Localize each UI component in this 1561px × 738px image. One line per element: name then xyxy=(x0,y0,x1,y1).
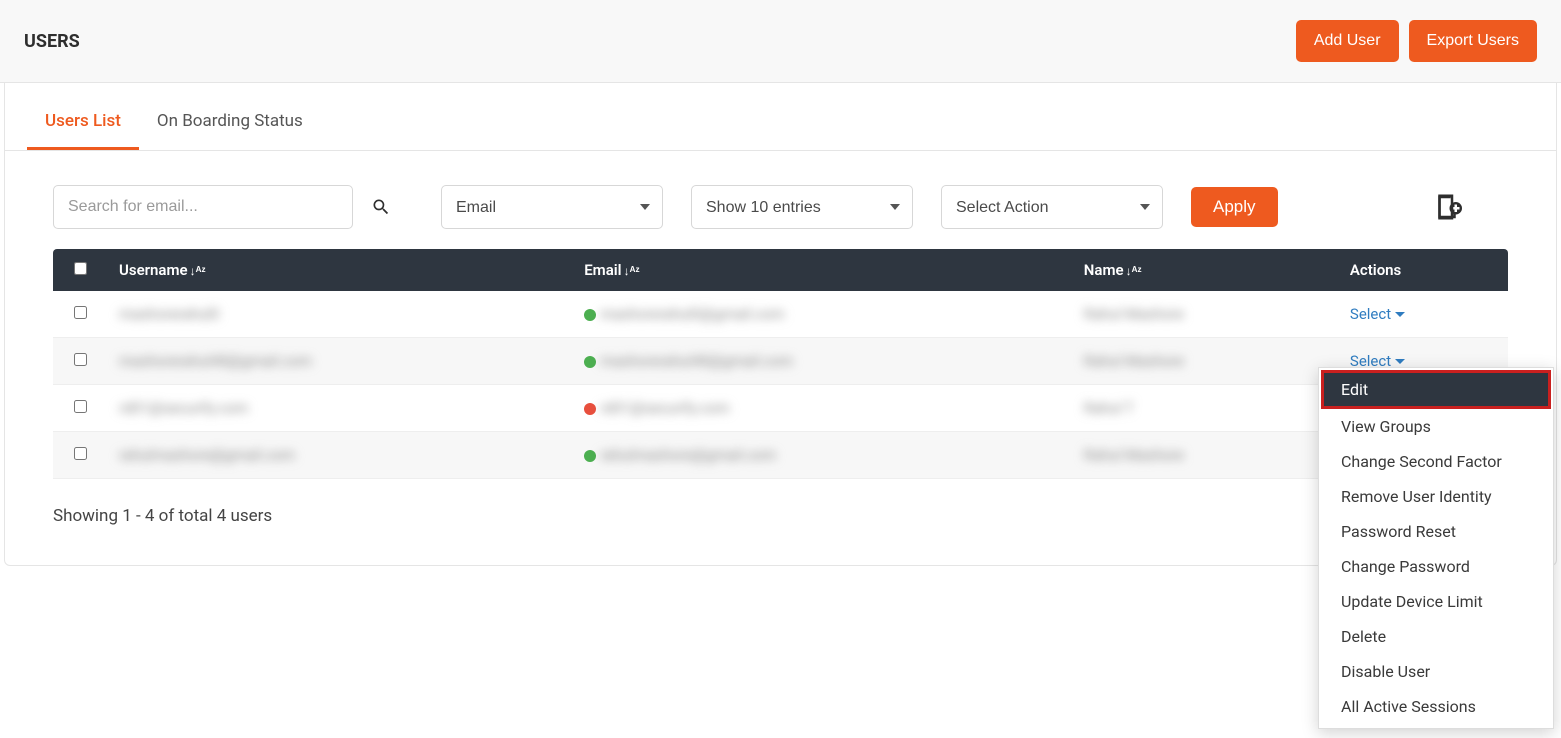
status-dot-icon xyxy=(584,403,596,415)
email-cell: mashorerahul0@gmail.com xyxy=(600,305,784,323)
row-checkbox[interactable] xyxy=(74,447,87,460)
table-row: mashorerahul48@gmail.com mashorerahul48@… xyxy=(53,338,1508,385)
col-name-header[interactable]: Name↓ᴬᶻ xyxy=(1072,249,1338,291)
sort-icon: ↓ᴬᶻ xyxy=(1126,264,1142,278)
name-cell: Rahul Mashore xyxy=(1084,352,1184,370)
row-actions-dropdown: EditView GroupsChange Second FactorRemov… xyxy=(1318,367,1554,729)
row-actions-select[interactable]: Select xyxy=(1350,305,1405,323)
sort-icon: ↓ᴬᶻ xyxy=(190,264,206,278)
users-table: Username↓ᴬᶻ Email↓ᴬᶻ Name↓ᴬᶻ Actions mas… xyxy=(53,249,1508,479)
search-input[interactable] xyxy=(53,185,353,229)
caret-down-icon xyxy=(1395,359,1405,364)
bulk-action-select[interactable]: Select Action xyxy=(941,185,1163,229)
dropdown-item-all-active-sessions[interactable]: All Active Sessions xyxy=(1319,689,1553,724)
entries-select[interactable]: Show 10 entries xyxy=(691,185,913,229)
username-cell: mashorerahul0 xyxy=(119,305,219,323)
header-bar: USERS Add User Export Users xyxy=(0,0,1561,83)
row-checkbox[interactable] xyxy=(74,353,87,366)
username-cell: rahulmashore@gmail.com xyxy=(119,446,295,464)
name-cell: Rahul Mashore xyxy=(1084,446,1184,464)
row-checkbox[interactable] xyxy=(74,400,87,413)
name-cell: Rahul T xyxy=(1084,399,1134,417)
content-panel: Users List On Boarding Status Email Show… xyxy=(4,83,1557,566)
add-user-button[interactable]: Add User xyxy=(1296,20,1399,62)
status-dot-icon xyxy=(584,356,596,368)
username-cell: mashorerahul48@gmail.com xyxy=(119,352,312,370)
table-wrap: Username↓ᴬᶻ Email↓ᴬᶻ Name↓ᴬᶻ Actions mas… xyxy=(5,249,1556,479)
email-cell: mashorerahul48@gmail.com xyxy=(600,352,793,370)
dropdown-item-view-groups[interactable]: View Groups xyxy=(1319,409,1553,444)
dropdown-item-change-password[interactable]: Change Password xyxy=(1319,549,1553,584)
col-actions-header: Actions xyxy=(1338,249,1508,291)
tabs: Users List On Boarding Status xyxy=(5,83,1556,151)
add-device-icon[interactable] xyxy=(1432,192,1462,222)
table-row: rd01@securify.com rd01@securify.com Rahu… xyxy=(53,385,1508,432)
status-dot-icon xyxy=(584,309,596,321)
username-cell: rd01@securify.com xyxy=(119,399,248,417)
dropdown-item-edit[interactable]: Edit xyxy=(1323,372,1549,407)
search-icon[interactable] xyxy=(371,197,391,217)
tab-onboarding-status[interactable]: On Boarding Status xyxy=(139,83,321,150)
col-checkbox-header xyxy=(53,249,107,291)
dropdown-item-delete[interactable]: Delete xyxy=(1319,619,1553,654)
email-cell: rahulmashore@gmail.com xyxy=(600,446,776,464)
tab-users-list[interactable]: Users List xyxy=(27,83,139,150)
dropdown-item-update-device-limit[interactable]: Update Device Limit xyxy=(1319,584,1553,619)
sort-icon: ↓ᴬᶻ xyxy=(624,264,640,278)
dropdown-item-remove-user-identity[interactable]: Remove User Identity xyxy=(1319,479,1553,514)
showing-text: Showing 1 - 4 of total 4 users xyxy=(53,506,272,526)
header-buttons: Add User Export Users xyxy=(1296,20,1537,62)
filter-row: Email Show 10 entries Select Action Appl… xyxy=(5,151,1556,249)
caret-down-icon xyxy=(1395,312,1405,317)
filter-by-select[interactable]: Email xyxy=(441,185,663,229)
select-all-checkbox[interactable] xyxy=(74,262,87,275)
table-row: rahulmashore@gmail.com rahulmashore@gmai… xyxy=(53,432,1508,479)
dropdown-item-password-reset[interactable]: Password Reset xyxy=(1319,514,1553,549)
export-users-button[interactable]: Export Users xyxy=(1409,20,1537,62)
status-dot-icon xyxy=(584,450,596,462)
col-email-header[interactable]: Email↓ᴬᶻ xyxy=(572,249,1072,291)
email-cell: rd01@securify.com xyxy=(600,399,729,417)
col-username-header[interactable]: Username↓ᴬᶻ xyxy=(107,249,572,291)
dropdown-item-change-second-factor[interactable]: Change Second Factor xyxy=(1319,444,1553,479)
table-row: mashorerahul0 mashorerahul0@gmail.com Ra… xyxy=(53,291,1508,338)
dropdown-item-disable-user[interactable]: Disable User xyxy=(1319,654,1553,689)
row-checkbox[interactable] xyxy=(74,306,87,319)
name-cell: Rahul Mashore xyxy=(1084,305,1184,323)
page-title: USERS xyxy=(24,31,80,52)
apply-button[interactable]: Apply xyxy=(1191,187,1278,227)
